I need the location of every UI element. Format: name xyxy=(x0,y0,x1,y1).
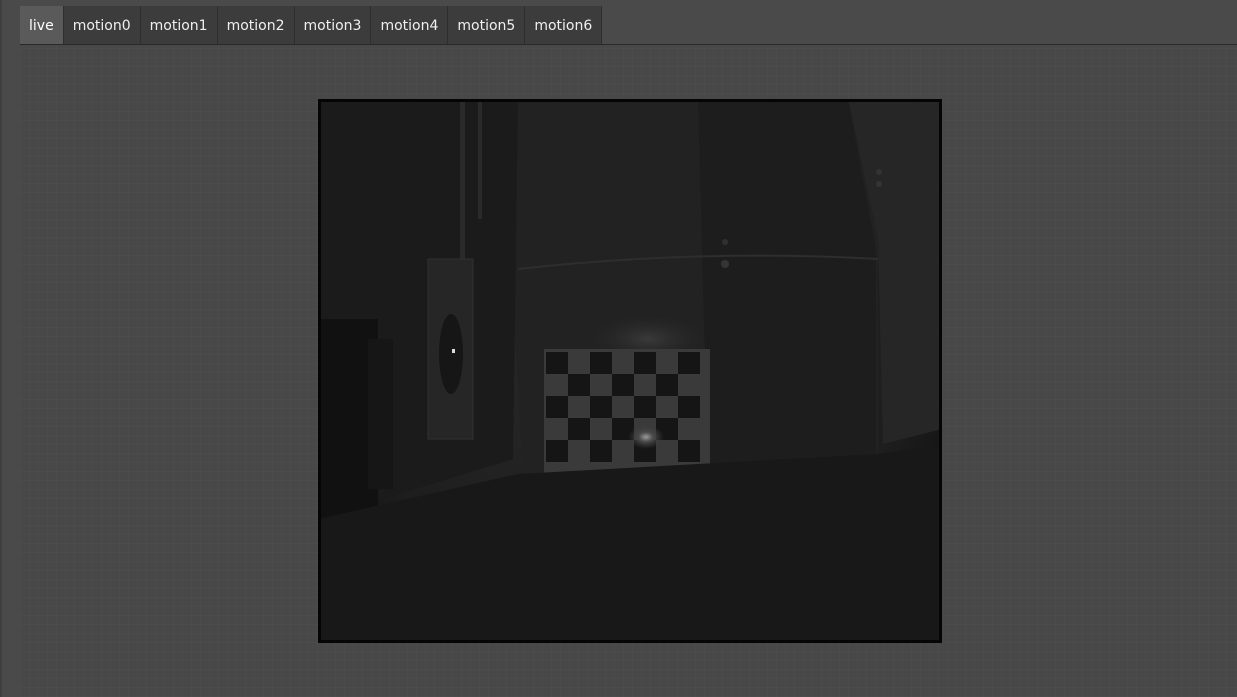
tab-motion4[interactable]: motion4 xyxy=(371,6,449,44)
camera-feed-image xyxy=(318,99,942,643)
tab-motion2[interactable]: motion2 xyxy=(217,6,295,44)
tab-motion1[interactable]: motion1 xyxy=(140,6,218,44)
tab-motion5[interactable]: motion5 xyxy=(448,6,526,44)
app-window: live motion0 motion1 motion2 motion3 mot… xyxy=(0,0,1237,697)
tab-bar: live motion0 motion1 motion2 motion3 mot… xyxy=(20,6,1237,45)
window-edge xyxy=(0,0,2,697)
tab-live[interactable]: live xyxy=(20,6,64,44)
tab-motion0[interactable]: motion0 xyxy=(63,6,141,44)
tab-motion3[interactable]: motion3 xyxy=(294,6,372,44)
tab-motion6[interactable]: motion6 xyxy=(525,6,603,44)
camera-frame xyxy=(318,99,942,643)
